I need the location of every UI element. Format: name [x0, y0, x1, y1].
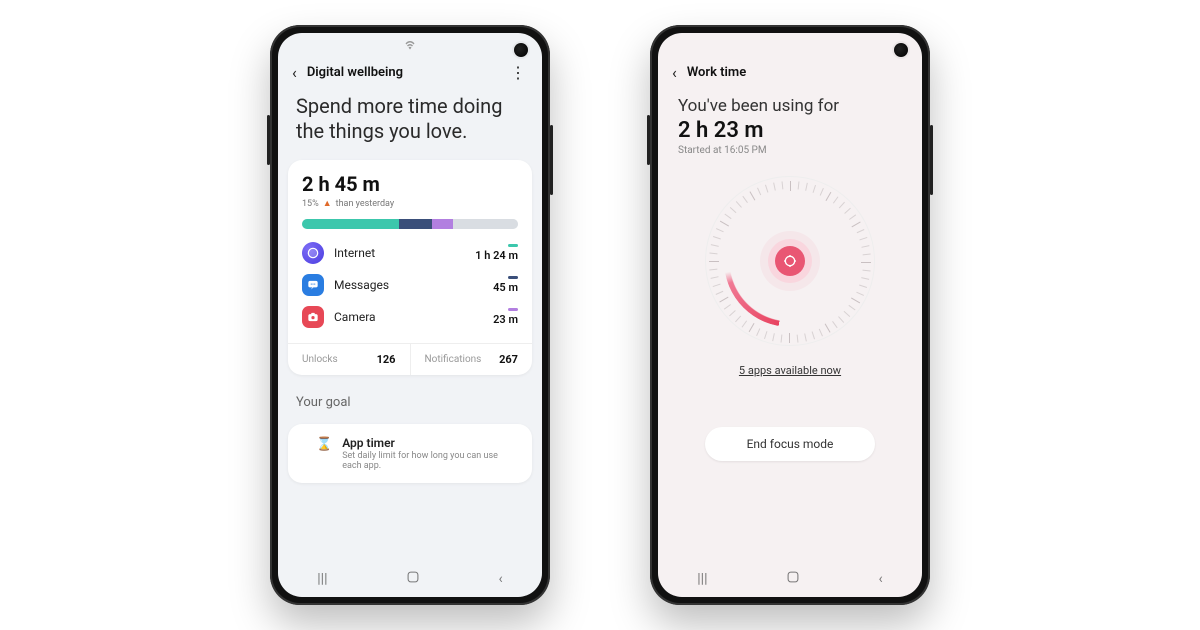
started-at: Started at 16:05 PM	[658, 145, 922, 156]
app-header: ‹ Digital wellbeing ⋮	[278, 59, 542, 86]
usage-segment	[453, 219, 518, 229]
progress-arc	[724, 195, 856, 327]
usage-segment	[302, 219, 399, 229]
usage-segment	[399, 219, 431, 229]
headline: Spend more time doing the things you lov…	[278, 86, 542, 154]
using-for-label: You've been using for	[658, 86, 922, 116]
goal-title: App timer	[342, 436, 504, 450]
android-navbar: ||| ‹	[658, 561, 922, 597]
recents-button[interactable]: |||	[697, 571, 707, 587]
your-goal-header: Your goal	[278, 381, 542, 416]
status-bar	[658, 33, 922, 59]
page-title: Work time	[687, 65, 908, 80]
stats-row: Unlocks 126 Notifications 267	[288, 343, 532, 375]
wifi-icon	[404, 40, 416, 53]
goal-card[interactable]: ⌛ App timer Set daily limit for how long…	[288, 424, 532, 483]
back-button[interactable]: ‹	[879, 571, 883, 587]
app-name: Internet	[334, 246, 465, 260]
app-icon	[302, 306, 324, 328]
app-name: Messages	[334, 278, 483, 292]
recents-button[interactable]: |||	[317, 571, 327, 587]
app-list: Internet 1 h 24 m Messages 45 m Camera 23 m	[302, 237, 518, 333]
focus-dial: 5 apps available now	[658, 176, 922, 377]
usage-segment	[432, 219, 454, 229]
app-icon	[302, 242, 324, 264]
work-time-value: 2 h 23 m	[658, 116, 922, 145]
app-color-dot	[508, 308, 518, 311]
app-time: 45 m	[493, 281, 518, 294]
android-navbar: ||| ‹	[278, 561, 542, 597]
screen-work-time: ‹ Work time You've been using for 2 h 23…	[658, 33, 922, 597]
page-title: Digital wellbeing	[307, 65, 500, 80]
total-screen-time: 2 h 45 m	[302, 172, 518, 196]
screen-digital-wellbeing: ‹ Digital wellbeing ⋮ Spend more time do…	[278, 33, 542, 597]
apps-available-link[interactable]: 5 apps available now	[739, 364, 841, 377]
front-camera	[514, 43, 528, 57]
unlocks-label: Unlocks	[302, 354, 338, 365]
goal-subtitle: Set daily limit for how long you can use…	[342, 451, 504, 471]
front-camera	[894, 43, 908, 57]
app-row[interactable]: Messages 45 m	[302, 269, 518, 301]
app-color-dot	[508, 244, 518, 247]
delta-text: than yesterday	[336, 199, 394, 209]
up-arrow-icon: ▲	[323, 198, 332, 209]
usage-bar	[302, 219, 518, 229]
hourglass-icon: ⌛	[316, 437, 332, 452]
notifications-stat[interactable]: Notifications 267	[410, 344, 533, 375]
app-icon	[302, 274, 324, 296]
app-time: 23 m	[493, 313, 518, 326]
app-header: ‹ Work time	[658, 59, 922, 86]
delta-row: 15% ▲ than yesterday	[302, 198, 518, 209]
status-bar	[278, 33, 542, 59]
usage-card[interactable]: 2 h 45 m 15% ▲ than yesterday Internet 1 …	[288, 160, 532, 375]
phone-left: ‹ Digital wellbeing ⋮ Spend more time do…	[270, 25, 550, 605]
app-row[interactable]: Camera 23 m	[302, 301, 518, 333]
unlocks-stat[interactable]: Unlocks 126	[288, 344, 410, 375]
more-icon[interactable]: ⋮	[510, 63, 528, 82]
back-button[interactable]: ‹	[499, 571, 503, 587]
notifications-label: Notifications	[425, 354, 482, 365]
app-time: 1 h 24 m	[475, 249, 518, 262]
end-focus-button[interactable]: End focus mode	[705, 427, 875, 461]
delta-percent: 15%	[302, 199, 319, 209]
phone-right: ‹ Work time You've been using for 2 h 23…	[650, 25, 930, 605]
app-row[interactable]: Internet 1 h 24 m	[302, 237, 518, 269]
back-icon[interactable]: ‹	[292, 63, 297, 82]
back-icon[interactable]: ‹	[672, 63, 677, 82]
home-button[interactable]	[786, 570, 800, 588]
unlocks-value: 126	[377, 353, 396, 366]
home-button[interactable]	[406, 570, 420, 588]
notifications-value: 267	[499, 353, 518, 366]
app-color-dot	[508, 276, 518, 279]
app-name: Camera	[334, 310, 483, 324]
